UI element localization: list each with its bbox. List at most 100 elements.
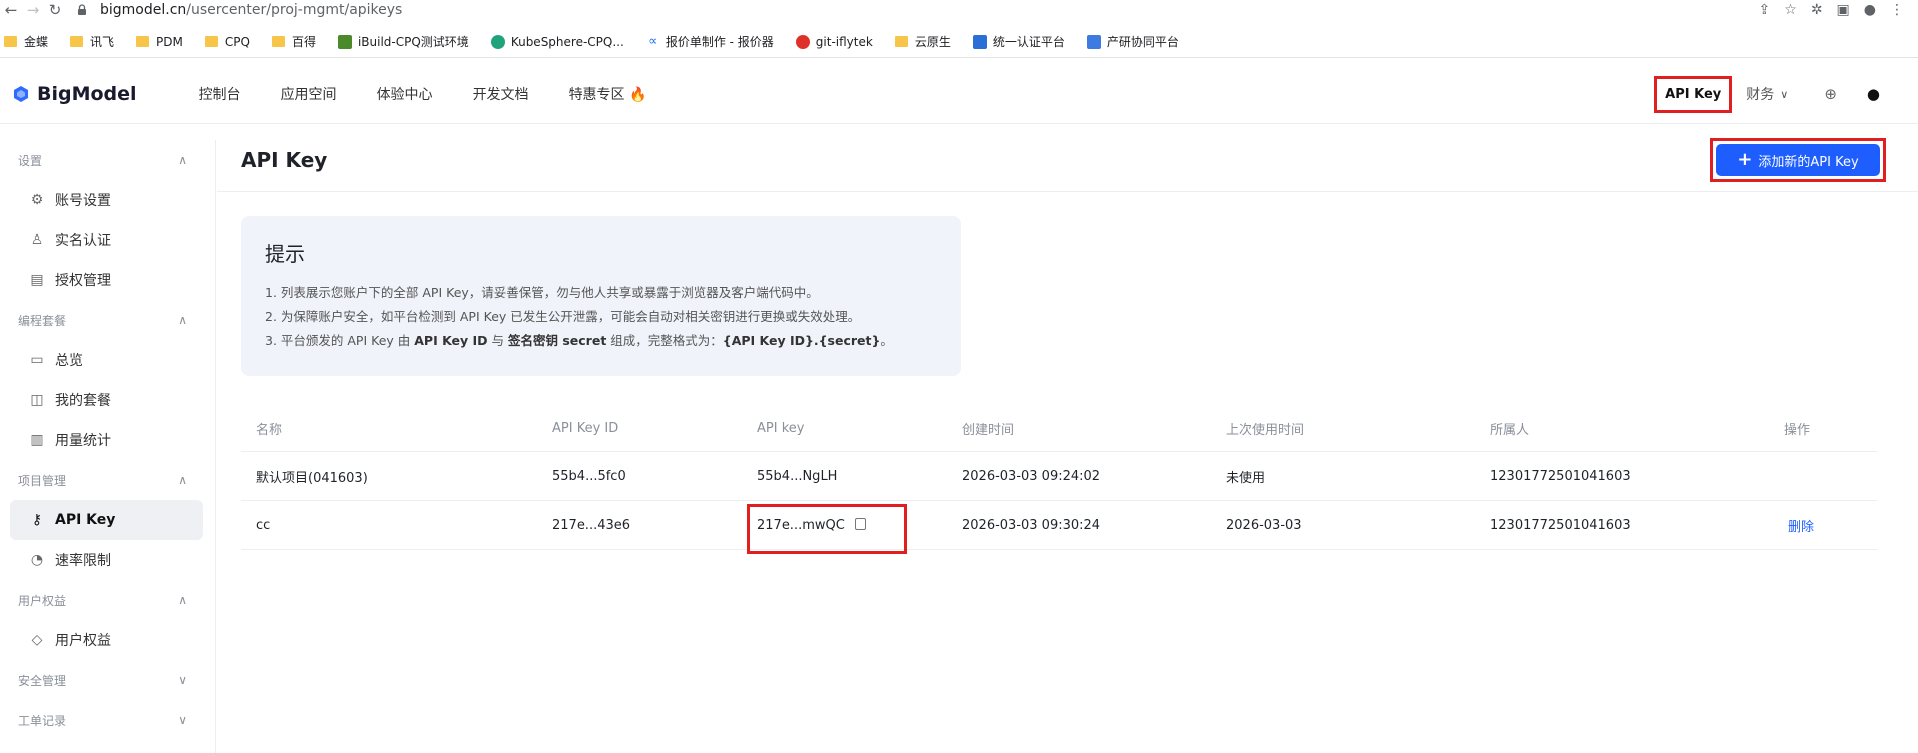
tip-title: 提示 <box>265 242 305 266</box>
person-icon: ♙ <box>30 232 44 248</box>
bookmark-item[interactable]: ∝ 报价单制作 - 报价器 <box>645 33 774 50</box>
collab-platform-icon <box>1086 34 1101 49</box>
sidebar-group-rights[interactable]: 用户权益 ∧ <box>0 580 215 620</box>
bookmark-item[interactable]: 百得 <box>271 33 316 50</box>
bookmark-item[interactable]: PDM <box>136 35 183 49</box>
cell-key-id: 55b4...5fc0 <box>552 468 626 484</box>
sidepanel-icon[interactable]: ▣ <box>1837 2 1850 18</box>
folder-icon <box>271 36 285 47</box>
bookmark-item[interactable]: git-iflytek <box>795 34 873 49</box>
bookmark-item[interactable]: 讯飞 <box>70 33 114 50</box>
bookmark-item[interactable]: iBuild-CPQ测试环境 <box>337 33 469 50</box>
back-icon[interactable]: ← <box>0 0 22 20</box>
col-last-used: 上次使用时间 <box>1226 423 1305 438</box>
document-icon: ▤ <box>30 272 44 288</box>
chevron-down-icon: ∨ <box>178 713 187 727</box>
app-header: BigModel 控制台 应用空间 体验中心 开发文档 特惠专区 🔥 API K… <box>0 64 1918 124</box>
cell-api-key: 55b4...NgLH <box>757 468 838 484</box>
sidebar-item-rate-limit[interactable]: ◔ 速率限制 <box>10 540 203 580</box>
delete-link[interactable]: 删除 <box>1788 520 1814 535</box>
sidebar-group-security[interactable]: 安全管理 ∨ <box>0 660 215 700</box>
bookmark-item[interactable]: 金蝶 <box>4 33 48 50</box>
cell-action: 删除 <box>1769 516 1869 535</box>
table-row: 默认项目(041603) 55b4...5fc0 55b4...NgLH 202… <box>241 452 1877 501</box>
sidebar-item-authorization[interactable]: ▤ 授权管理 <box>10 260 203 300</box>
sidebar-item-usage[interactable]: ▥ 用量统计 <box>10 420 203 460</box>
col-owner: 所属人 <box>1490 423 1530 438</box>
chevron-down-icon: ∨ <box>178 673 187 687</box>
url-field[interactable]: bigmodel.cn/usercenter/proj-mgmt/apikeys <box>76 2 402 18</box>
browser-address-bar: ← → ↻ bigmodel.cn/usercenter/proj-mgmt/a… <box>0 0 1918 20</box>
diamond-icon: ◇ <box>31 632 43 648</box>
main-content: API Key + 添加新的API Key 提示 1. 列表展示您账户下的全部 … <box>217 138 1918 753</box>
bookmark-item[interactable]: 产研协同平台 <box>1086 33 1179 50</box>
user-icon[interactable]: ● <box>1867 85 1880 103</box>
globe-icon[interactable]: ⊕ <box>1824 85 1837 103</box>
fire-icon: 🔥 <box>629 86 647 103</box>
finance-menu[interactable]: 财务 ∨ <box>1746 84 1788 104</box>
col-action: 操作 <box>1784 423 1811 438</box>
header-api-key-link[interactable]: API Key <box>1654 75 1733 113</box>
sidebar-item-user-rights[interactable]: ◇ 用户权益 <box>10 620 203 660</box>
sidebar: 设置 ∧ ⚙ 账号设置 ♙ 实名认证 ▤ 授权管理 编程套餐 ∧ ▭ 总览 ◫ 我的套餐 ▥ 用… <box>0 140 216 753</box>
lock-icon <box>76 4 88 16</box>
menu-icon[interactable]: ⋮ <box>1890 2 1904 18</box>
col-api-key: API key <box>757 421 805 436</box>
sidebar-group-project[interactable]: 项目管理 ∧ <box>0 460 215 500</box>
cell-last-used: 未使用 <box>1226 470 1266 486</box>
bookmark-item[interactable]: CPQ <box>204 35 250 49</box>
api-key-table: 名称 API Key ID API key 创建时间 上次使用时间 所属人 操作… <box>241 406 1877 554</box>
share-icon[interactable]: ⇪ <box>1759 2 1771 18</box>
settings-icon: ⚙ <box>30 192 44 208</box>
copy-icon[interactable] <box>854 518 866 530</box>
extensions-icon[interactable]: ✲ <box>1811 2 1823 18</box>
key-icon: ⚷ <box>31 512 43 528</box>
ibuild-icon <box>337 34 352 49</box>
reload-icon[interactable]: ↻ <box>44 0 66 20</box>
col-created: 创建时间 <box>962 423 1015 438</box>
nav-special[interactable]: 特惠专区 🔥 <box>569 84 647 104</box>
bookmark-item[interactable]: 云原生 <box>894 33 951 50</box>
col-name: 名称 <box>256 423 283 438</box>
cell-created: 2026-03-03 09:24:02 <box>962 468 1101 484</box>
nav-docs[interactable]: 开发文档 <box>473 84 529 104</box>
add-button-highlight: + 添加新的API Key <box>1710 138 1886 182</box>
api-key-highlight <box>747 503 907 554</box>
sidebar-item-account[interactable]: ⚙ 账号设置 <box>10 180 203 220</box>
bookmark-item[interactable]: KubeSphere-CPQ... <box>490 34 624 49</box>
forward-icon[interactable]: → <box>22 0 44 20</box>
sidebar-group-tickets[interactable]: 工单记录 ∨ <box>0 700 215 740</box>
folder-icon <box>894 36 908 47</box>
add-api-key-button[interactable]: + 添加新的API Key <box>1716 144 1880 176</box>
sidebar-item-overview[interactable]: ▭ 总览 <box>10 340 203 380</box>
table-header: 名称 API Key ID API key 创建时间 上次使用时间 所属人 操作 <box>241 406 1877 452</box>
chevron-up-icon: ∧ <box>178 473 187 487</box>
sidebar-item-realname[interactable]: ♙ 实名认证 <box>10 220 203 260</box>
nav-console[interactable]: 控制台 <box>199 84 241 104</box>
nav-experience[interactable]: 体验中心 <box>377 84 433 104</box>
sidebar-group-settings[interactable]: 设置 ∧ <box>0 140 215 180</box>
chevron-up-icon: ∧ <box>178 313 187 327</box>
cell-api-key: 217e...mwQC <box>742 503 947 554</box>
folder-icon <box>204 36 218 47</box>
profile-icon[interactable]: ● <box>1864 2 1876 18</box>
monitor-icon: ▭ <box>30 352 44 368</box>
sidebar-group-coding-plan[interactable]: 编程套餐 ∧ <box>0 300 215 340</box>
folder-icon <box>70 36 84 47</box>
sidebar-item-api-key[interactable]: ⚷ API Key <box>10 500 203 540</box>
bookmark-item[interactable]: 统一认证平台 <box>972 33 1065 50</box>
url-path: /usercenter/proj-mgmt/apikeys <box>186 2 403 18</box>
tip-line-3: 3. 平台颁发的 API Key 由 API Key ID 与 签名密钥 sec… <box>265 333 893 348</box>
cell-created: 2026-03-03 09:30:24 <box>962 517 1101 533</box>
tip-panel: 提示 1. 列表展示您账户下的全部 API Key，请妥善保管，勿与他人共享或暴… <box>241 216 961 376</box>
bag-icon: ◫ <box>30 392 44 408</box>
col-key-id: API Key ID <box>552 421 619 436</box>
nav-app-space[interactable]: 应用空间 <box>281 84 337 104</box>
star-icon[interactable]: ☆ <box>1784 2 1797 18</box>
chevron-up-icon: ∧ <box>178 153 187 167</box>
cell-key-id: 217e...43e6 <box>552 517 631 533</box>
sidebar-item-my-plan[interactable]: ◫ 我的套餐 <box>10 380 203 420</box>
url-host: bigmodel.cn <box>100 2 187 18</box>
bookmarks-bar: 金蝶 讯飞 PDM CPQ 百得 iBuild-CPQ测试环境 KubeSphe… <box>0 26 1918 58</box>
logo[interactable]: BigModel <box>12 83 137 105</box>
